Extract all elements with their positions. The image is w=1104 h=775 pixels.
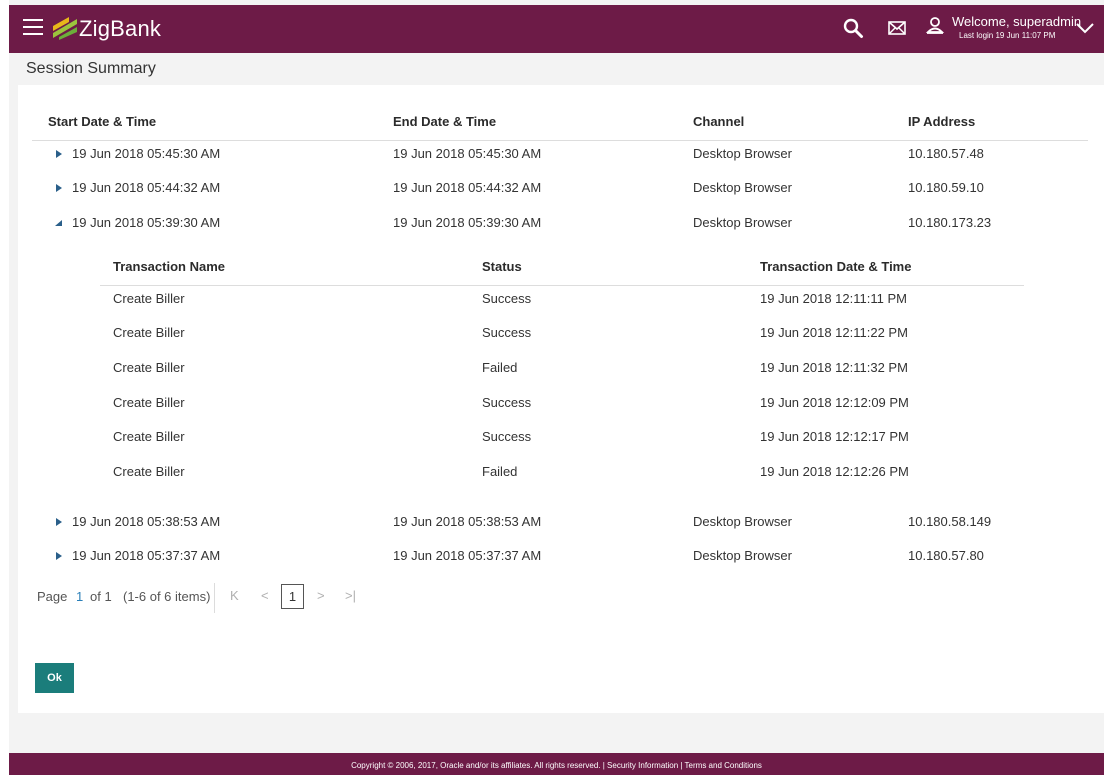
transaction-datetime: 19 Jun 2018 12:11:11 PM [760,291,907,306]
transaction-row: Create Biller Failed 19 Jun 2018 12:11:3… [18,351,1104,385]
zigbank-logo-icon [53,17,77,40]
transaction-name: Create Biller [113,395,185,410]
user-icon [925,17,945,34]
transactions-header-row: Transaction Name Status Transaction Date… [18,250,1104,284]
session-end: 19 Jun 2018 05:39:30 AM [393,215,542,230]
next-page-button[interactable]: > [317,588,325,603]
transaction-status: Success [482,395,532,410]
hamburger-icon[interactable] [23,19,43,37]
transaction-row: Create Biller Success 19 Jun 2018 12:12:… [18,420,1104,454]
transaction-name: Create Biller [113,291,185,306]
session-row[interactable]: 19 Jun 2018 05:45:30 AM 19 Jun 2018 05:4… [18,137,1104,171]
session-start: 19 Jun 2018 05:38:53 AM [72,514,221,529]
items-count-label: (1-6 of 6 items) [123,589,211,604]
transaction-name: Create Biller [113,360,185,375]
transaction-datetime: 19 Jun 2018 12:11:32 PM [760,360,908,375]
page-number-button[interactable]: 1 [281,584,304,609]
session-end: 19 Jun 2018 05:44:32 AM [393,180,542,195]
caret-right-icon[interactable] [54,149,64,159]
caret-down-icon[interactable] [54,218,64,228]
caret-right-icon[interactable] [54,551,64,561]
session-start: 19 Jun 2018 05:39:30 AM [72,215,221,230]
session-channel: Desktop Browser [693,548,792,563]
session-channel: Desktop Browser [693,180,792,195]
column-header-status: Status [482,259,522,274]
prev-page-button[interactable]: < [261,588,269,603]
column-header-channel: Channel [693,114,745,129]
mail-icon[interactable] [887,19,907,37]
last-login-text: Last login 19 Jun 11:07 PM [959,31,1056,40]
transaction-status: Failed [482,464,518,479]
column-header-transaction-datetime: Transaction Date & Time [760,259,912,274]
session-end: 19 Jun 2018 05:38:53 AM [393,514,542,529]
first-page-button[interactable]: K [230,588,239,603]
transaction-name: Create Biller [113,464,185,479]
transaction-datetime: 19 Jun 2018 12:11:22 PM [760,325,908,340]
transaction-status: Success [482,291,532,306]
transaction-name: Create Biller [113,325,185,340]
pagination-divider [214,583,215,613]
top-navigation-bar: ZigBank Welcome, superadmin Last login 1… [9,5,1104,53]
page-title: Session Summary [26,60,156,77]
transaction-row: Create Biller Success 19 Jun 2018 12:11:… [18,282,1104,316]
session-channel: Desktop Browser [693,514,792,529]
column-header-start: Start Date & Time [48,114,157,129]
transaction-datetime: 19 Jun 2018 12:12:17 PM [760,429,909,444]
transaction-status: Success [482,325,532,340]
column-header-ip: IP Address [908,114,976,129]
left-margin [0,0,9,775]
transaction-datetime: 19 Jun 2018 12:12:26 PM [760,464,909,479]
transaction-row: Create Biller Success 19 Jun 2018 12:12:… [18,386,1104,420]
session-row[interactable]: 19 Jun 2018 05:37:37 AM 19 Jun 2018 05:3… [18,539,1104,573]
page-label: Page [37,589,68,604]
session-ip: 10.180.173.23 [908,215,992,230]
ok-button[interactable]: Ok [35,663,74,693]
transaction-status: Success [482,429,532,444]
caret-right-icon[interactable] [54,517,64,527]
session-start: 19 Jun 2018 05:37:37 AM [72,548,221,563]
transaction-row: Create Biller Failed 19 Jun 2018 12:12:2… [18,455,1104,489]
session-row-expanded[interactable]: 19 Jun 2018 05:39:30 AM 19 Jun 2018 05:3… [18,206,1104,240]
brand-name: ZigBank [79,16,162,41]
session-ip: 10.180.58.149 [908,514,992,529]
caret-right-icon[interactable] [54,183,64,193]
session-summary-card: Start Date & Time End Date & Time Channe… [18,85,1104,713]
transaction-status: Failed [482,360,518,375]
session-channel: Desktop Browser [693,146,792,161]
session-row[interactable]: 19 Jun 2018 05:44:32 AM 19 Jun 2018 05:4… [18,171,1104,205]
column-header-end: End Date & Time [393,114,497,129]
transaction-row: Create Biller Success 19 Jun 2018 12:11:… [18,316,1104,350]
session-end: 19 Jun 2018 05:45:30 AM [393,146,542,161]
sessions-header-row: Start Date & Time End Date & Time Channe… [18,105,1104,139]
welcome-text: Welcome, superadmin [952,14,1082,29]
session-ip: 10.180.59.10 [908,180,984,195]
session-start: 19 Jun 2018 05:44:32 AM [72,180,221,195]
session-ip: 10.180.57.48 [908,146,984,161]
footer: Copyright © 2006, 2017, Oracle and/or it… [9,753,1104,775]
current-page-input[interactable]: 1 [76,589,83,604]
transaction-name: Create Biller [113,429,185,444]
session-ip: 10.180.57.80 [908,548,984,563]
session-row[interactable]: 19 Jun 2018 05:38:53 AM 19 Jun 2018 05:3… [18,505,1104,539]
session-end: 19 Jun 2018 05:37:37 AM [393,548,542,563]
transaction-datetime: 19 Jun 2018 12:12:09 PM [760,395,909,410]
page-of-label: of 1 [90,589,112,604]
column-header-transaction-name: Transaction Name [113,259,225,274]
chevron-down-icon[interactable] [1075,21,1095,35]
search-icon[interactable] [842,17,864,39]
last-page-button[interactable]: >| [345,588,356,603]
session-channel: Desktop Browser [693,215,792,230]
session-start: 19 Jun 2018 05:45:30 AM [72,146,221,161]
